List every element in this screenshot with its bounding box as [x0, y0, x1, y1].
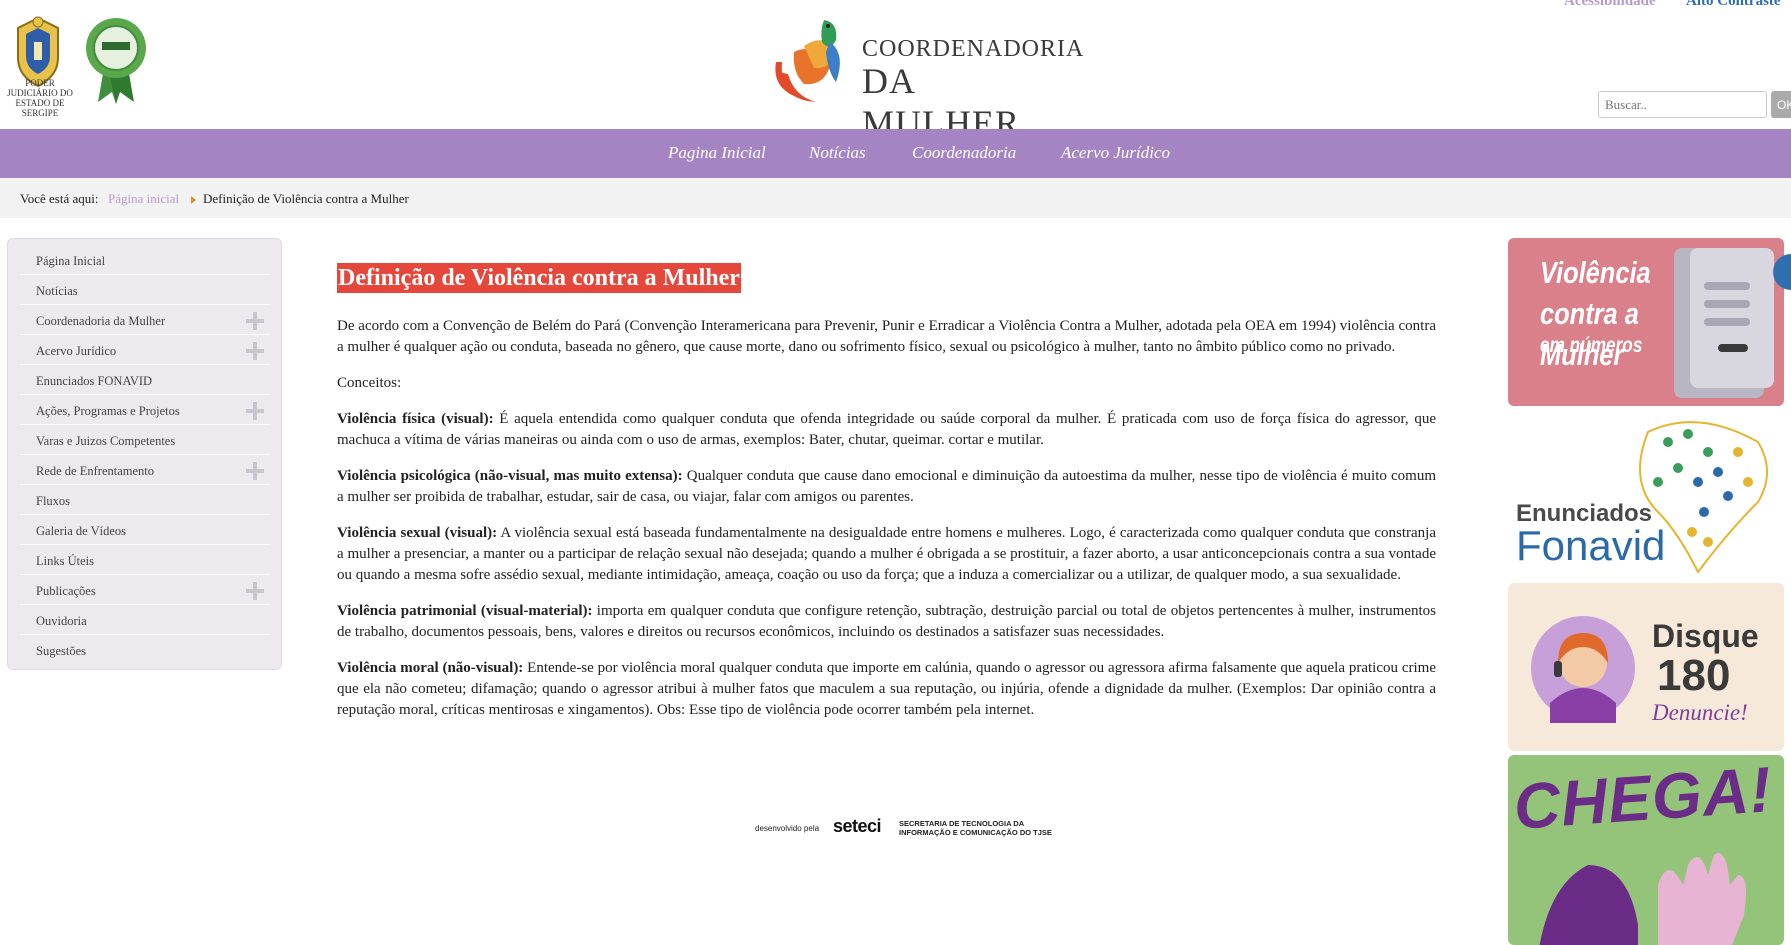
sidebar-item-galeria-videos[interactable]: Galeria de Vídeos: [20, 515, 270, 545]
sidebar-item-label: Ações, Programas e Projetos: [36, 404, 180, 418]
sidebar-item-enunciados-fonavid[interactable]: Enunciados FONAVID: [20, 365, 270, 395]
concept-paragraph-psicologica: Violência psicológica (não-visual, mas m…: [337, 466, 1436, 508]
org-line1: SECRETARIA DE TECNOLOGIA DA: [899, 819, 1025, 828]
expand-plus-icon[interactable]: [246, 312, 264, 330]
site-footer: desenvolvido pela seteci SECRETARIA DE T…: [755, 816, 1055, 840]
sidebar-item-label: Página Inicial: [36, 254, 106, 268]
sidebar-item-links-uteis[interactable]: Links Úteis: [20, 545, 270, 575]
banner-enunciados-fonavid[interactable]: Enunciados Fonavid: [1508, 412, 1784, 578]
breadcrumb-home-link[interactable]: Página inicial: [108, 191, 179, 207]
breadcrumb-home-text[interactable]: Página inicial: [108, 191, 179, 206]
expand-plus-icon[interactable]: [246, 342, 264, 360]
seteci-logo[interactable]: seteci: [833, 816, 882, 837]
sidebar-item-label: Galeria de Vídeos: [36, 524, 127, 538]
search-input[interactable]: [1598, 91, 1767, 118]
sidebar-item-label: Notícias: [36, 284, 78, 298]
sidebar-item-coordenadoria[interactable]: Coordenadoria da Mulher: [20, 305, 270, 335]
concepts-label: Conceitos:: [337, 375, 402, 391]
nav-item-acervo-juridico[interactable]: Acervo Jurídico: [1061, 143, 1170, 163]
banner-chega-title: CHEGA!: [1511, 755, 1775, 843]
sidebar-item-label: Rede de Enfrentamento: [36, 464, 155, 478]
main-nav: Pagina Inicial Notícias Coordenadoria Ac…: [0, 129, 1791, 178]
accessibility-link[interactable]: Acessibilidade: [1564, 0, 1656, 10]
breadcrumb-prefix: Você está aqui:: [20, 191, 99, 206]
concept-term: Violência patrimonial (visual-material):: [337, 603, 593, 619]
banner-violencia-numeros[interactable]: Violência contra a Mulher em números: [1508, 238, 1784, 406]
breadcrumb-arrow-icon: [191, 196, 196, 204]
sidebar-item-acoes-programas[interactable]: Ações, Programas e Projetos: [20, 395, 270, 425]
concept-paragraph-patrimonial: Violência patrimonial (visual-material):…: [337, 601, 1436, 643]
concept-paragraph-sexual: Violência sexual (visual): A violência s…: [337, 523, 1436, 586]
breadcrumb-current: Definição de Violência contra a Mulher: [203, 191, 409, 206]
seal-label: PODER JUDICIÁRIO DO ESTADO DE SERGIPE: [7, 78, 73, 118]
concept-term: Violência psicológica (não-visual, mas m…: [337, 468, 683, 484]
banner-disque-line2: 180: [1657, 651, 1731, 700]
sidebar-item-noticias[interactable]: Notícias: [20, 275, 270, 305]
sidebar-item-label: Links Úteis: [36, 554, 94, 568]
high-contrast-link[interactable]: Alto Contraste: [1686, 0, 1781, 10]
award-seal-icon: [84, 16, 148, 104]
sidebar-item-sugestoes[interactable]: Sugestões: [20, 635, 270, 664]
concept-term: Violência física (visual):: [337, 411, 494, 427]
nav-item-coordenadoria[interactable]: Coordenadoria: [912, 143, 1016, 163]
banner-disque-180[interactable]: Disque 180 Denuncie!: [1508, 583, 1784, 751]
concept-term: Violência sexual (visual):: [337, 525, 498, 541]
expand-plus-icon[interactable]: [246, 402, 264, 420]
sidebar-item-ouvidoria[interactable]: Ouvidoria: [20, 605, 270, 635]
sidebar-item-label: Varas e Juizos Competentes: [36, 434, 176, 448]
concept-paragraph-fisica: Violência física (visual): É aquela ente…: [337, 409, 1436, 451]
sidebar-menu: Página Inicial Notícias Coordenadoria da…: [7, 238, 282, 670]
sidebar-item-acervo-juridico[interactable]: Acervo Jurídico: [20, 335, 270, 365]
sidebar-item-publicacoes[interactable]: Publicações: [20, 575, 270, 605]
org-line2: INFORMAÇÃO E COMUNICAÇÃO DO TJSE: [899, 828, 1052, 837]
breadcrumb: Você está aqui: Página inicial Definição…: [0, 178, 1791, 218]
seteci-org-name: SECRETARIA DE TECNOLOGIA DA INFORMAÇÃO E …: [899, 819, 1052, 837]
sidebar-item-label: Fluxos: [36, 494, 71, 508]
banner-disque-line3: Denuncie!: [1652, 700, 1748, 725]
concept-paragraph-moral: Violência moral (não-visual): Entende-se…: [337, 658, 1436, 721]
sidebar-item-label: Coordenadoria da Mulher: [36, 314, 166, 328]
banner-fonavid-line2: Fonavid: [1516, 522, 1666, 569]
banner-disque-line1: Disque: [1652, 618, 1759, 654]
sidebar-item-label: Ouvidoria: [36, 614, 87, 628]
expand-plus-icon[interactable]: [246, 582, 264, 600]
brand-title-line1: COORDENADORIA: [862, 36, 1085, 62]
nav-item-pagina-inicial[interactable]: Pagina Inicial: [668, 143, 766, 163]
sidebar-item-label: Sugestões: [36, 644, 86, 658]
concept-text: A violência sexual está baseada fundamen…: [337, 525, 1436, 583]
sidebar-item-varas-juizos[interactable]: Varas e Juizos Competentes: [20, 425, 270, 455]
search-button[interactable]: OK: [1771, 91, 1791, 118]
sidebar-item-label: Acervo Jurídico: [36, 344, 117, 358]
site-header: PODER JUDICIÁRIO DO ESTADO DE SERGIPE CO…: [0, 0, 1791, 143]
sidebar-item-label: Enunciados FONAVID: [36, 374, 153, 388]
page-title: Definição de Violência contra a Mulher: [337, 263, 741, 293]
main-content: Definição de Violência contra a Mulher D…: [337, 263, 1436, 736]
sidebar-item-label: Publicações: [36, 584, 96, 598]
coordenadoria-logo[interactable]: COORDENADORIA DA MULHER: [764, 12, 1083, 143]
sidebar-item-rede-enfrentamento[interactable]: Rede de Enfrentamento: [20, 455, 270, 485]
expand-plus-icon[interactable]: [246, 462, 264, 480]
banner-violencia-subtitle: em números: [1540, 334, 1643, 357]
developed-by-text: desenvolvido pela: [755, 824, 820, 833]
concept-term: Violência moral (não-visual):: [337, 660, 524, 676]
banner-chega[interactable]: CHEGA!: [1508, 755, 1784, 945]
sidebar-item-pagina-inicial[interactable]: Página Inicial: [20, 245, 270, 275]
intro-paragraph: De acordo com a Convenção de Belém do Pa…: [337, 318, 1436, 355]
sidebar-item-fluxos[interactable]: Fluxos: [20, 485, 270, 515]
nav-item-noticias[interactable]: Notícias: [809, 143, 866, 163]
concept-text: É aquela entendida como qualquer conduta…: [337, 411, 1436, 448]
